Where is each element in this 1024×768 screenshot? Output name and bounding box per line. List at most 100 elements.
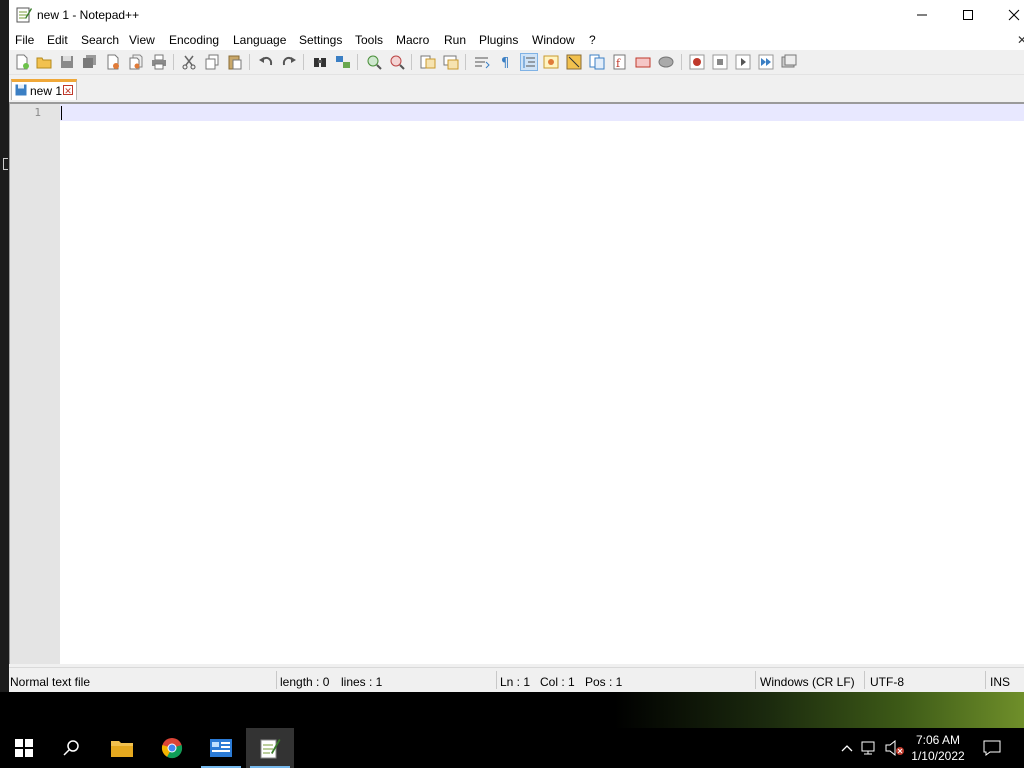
- network-icon: [861, 741, 875, 755]
- menu-plugins[interactable]: Plugins: [479, 33, 518, 47]
- taskbar-chrome[interactable]: [148, 728, 196, 768]
- status-divider: [276, 671, 277, 689]
- toolbar-separator: [357, 54, 358, 70]
- taskbar-file-explorer[interactable]: [98, 728, 146, 768]
- toolbar-separator: [303, 54, 304, 70]
- server-manager-icon: [210, 739, 232, 757]
- sync-horizontal-icon[interactable]: [443, 54, 459, 70]
- playback-macro-icon[interactable]: [735, 54, 751, 70]
- toolbar-separator: [249, 54, 250, 70]
- windows-logo-icon: [15, 739, 33, 757]
- indent-guide-icon[interactable]: [520, 53, 538, 71]
- function-list-icon[interactable]: [589, 54, 605, 70]
- menu-encoding[interactable]: Encoding: [169, 33, 219, 47]
- menu-help[interactable]: ?: [589, 33, 596, 47]
- tab-bar: new 1 ✕: [9, 76, 1024, 102]
- status-insert-mode: INS: [990, 675, 1011, 689]
- minimize-icon: [917, 14, 927, 16]
- tab-new-1[interactable]: new 1 ✕: [11, 79, 77, 100]
- user-defined-language-icon[interactable]: [543, 54, 559, 70]
- clock-date: 1/10/2022: [911, 749, 965, 763]
- menu-tools[interactable]: Tools: [355, 33, 383, 47]
- menu-run[interactable]: Run: [444, 33, 466, 47]
- start-button[interactable]: [0, 728, 48, 768]
- menu-language[interactable]: Language: [233, 33, 286, 47]
- find-icon[interactable]: [312, 54, 328, 70]
- zoom-out-icon[interactable]: [389, 54, 405, 70]
- notifications-button[interactable]: [980, 728, 1004, 768]
- menu-file[interactable]: File: [15, 33, 34, 47]
- taskbar-clock[interactable]: 7:06 AM 1/10/2022: [907, 732, 969, 764]
- show-hidden-icons-button[interactable]: [838, 728, 856, 768]
- taskbar-search-button[interactable]: [48, 728, 96, 768]
- current-line-highlight: [60, 104, 1024, 121]
- toolbar-separator: [173, 54, 174, 70]
- close-file-icon[interactable]: [105, 54, 121, 70]
- copy-icon[interactable]: [204, 54, 220, 70]
- notepadpp-window: new 1 - Notepad++ File Edit Search View …: [9, 0, 1024, 692]
- document-map-icon[interactable]: [566, 54, 582, 70]
- taskbar-server-manager[interactable]: [197, 728, 245, 768]
- volume-muted-icon: [885, 740, 904, 756]
- title-bar[interactable]: new 1 - Notepad++: [9, 0, 1024, 30]
- undo-icon[interactable]: [258, 54, 274, 70]
- folder-as-workspace-icon[interactable]: f: [612, 54, 628, 70]
- taskbar: 7:06 AM 1/10/2022: [0, 728, 1024, 768]
- menu-view[interactable]: View: [129, 33, 155, 47]
- chevron-up-icon: [841, 745, 853, 752]
- menu-settings[interactable]: Settings: [299, 33, 342, 47]
- save-icon[interactable]: [59, 54, 75, 70]
- network-status[interactable]: [860, 728, 880, 768]
- status-col: Col : 1: [540, 675, 575, 689]
- notification-icon: [983, 740, 1001, 756]
- cut-icon[interactable]: [181, 54, 197, 70]
- replace-icon[interactable]: [335, 54, 351, 70]
- panel-icon[interactable]: [658, 54, 674, 70]
- sync-vertical-icon[interactable]: [420, 54, 436, 70]
- paste-icon[interactable]: [227, 54, 243, 70]
- status-bar: Normal text file length : 0 lines : 1 Ln…: [9, 667, 1024, 692]
- text-caret: [61, 106, 62, 120]
- menu-search[interactable]: Search: [81, 33, 119, 47]
- zoom-in-icon[interactable]: [366, 54, 382, 70]
- status-divider: [755, 671, 756, 689]
- desktop-left-edge: [0, 0, 9, 692]
- print-icon[interactable]: [151, 54, 167, 70]
- menu-macro[interactable]: Macro: [396, 33, 429, 47]
- show-all-characters-icon[interactable]: ¶: [497, 54, 513, 70]
- run-macro-multiple-icon[interactable]: [758, 54, 774, 70]
- save-all-icon[interactable]: [82, 54, 98, 70]
- desktop-edge-mark: [3, 158, 8, 170]
- notepadpp-taskbar-icon: [260, 739, 281, 759]
- open-file-icon[interactable]: [36, 54, 52, 70]
- menu-window[interactable]: Window: [532, 33, 575, 47]
- close-button[interactable]: [991, 0, 1024, 30]
- monitoring-icon[interactable]: [635, 54, 651, 70]
- close-icon: [1008, 9, 1020, 21]
- redo-icon[interactable]: [281, 54, 297, 70]
- toolbar-separator: [465, 54, 466, 70]
- volume-status[interactable]: [884, 728, 906, 768]
- status-eol: Windows (CR LF): [760, 675, 855, 689]
- status-lines: lines : 1: [341, 675, 383, 689]
- close-document-button[interactable]: ✕: [1017, 33, 1024, 47]
- word-wrap-icon[interactable]: [474, 54, 490, 70]
- close-all-icon[interactable]: [128, 54, 144, 70]
- taskbar-notepadpp[interactable]: [246, 728, 294, 768]
- toolbar-separator: [411, 54, 412, 70]
- status-divider: [496, 671, 497, 689]
- folder-icon: [111, 741, 133, 757]
- new-file-icon[interactable]: [14, 54, 30, 70]
- status-pos: Pos : 1: [585, 675, 623, 689]
- save-macro-icon[interactable]: [781, 54, 797, 70]
- stop-recording-icon[interactable]: [712, 54, 728, 70]
- tab-close-icon[interactable]: ✕: [63, 85, 73, 96]
- clock-time: 7:06 AM: [915, 733, 961, 747]
- record-macro-icon[interactable]: [689, 54, 705, 70]
- menu-edit[interactable]: Edit: [47, 33, 68, 47]
- toolbar-separator: [681, 54, 682, 70]
- text-editor[interactable]: 1: [9, 102, 1024, 664]
- minimize-button[interactable]: [899, 0, 945, 30]
- maximize-button[interactable]: [945, 0, 991, 30]
- search-icon: [63, 740, 79, 756]
